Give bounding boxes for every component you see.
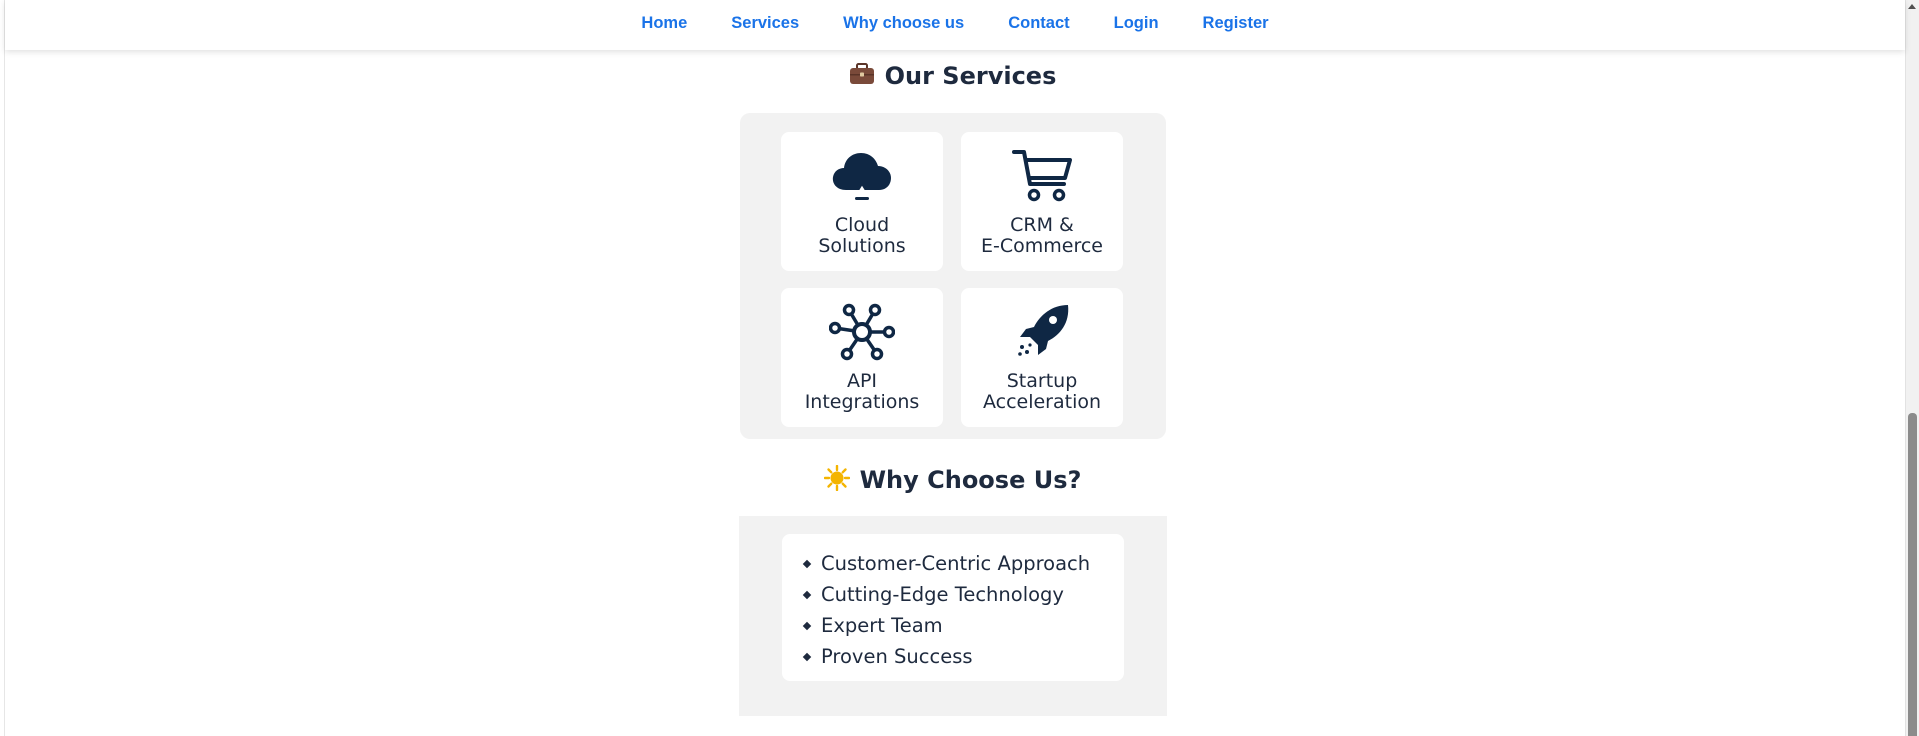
list-item: Proven Success xyxy=(802,641,1124,672)
nav-links: Home Services Why choose us Contact Logi… xyxy=(5,0,1905,47)
list-item-text: Customer-Centric Approach xyxy=(821,552,1091,575)
nav-link-services[interactable]: Services xyxy=(731,14,799,33)
list-item: Customer-Centric Approach xyxy=(802,548,1124,579)
vertical-scrollbar[interactable] xyxy=(1905,0,1919,736)
service-label-line1: Startup xyxy=(1006,370,1078,392)
cloud-icon xyxy=(831,150,893,206)
nav-link-contact[interactable]: Contact xyxy=(1008,14,1069,33)
briefcase-icon xyxy=(849,62,875,92)
service-label-line1: API xyxy=(846,370,878,392)
diamond-bullet-icon xyxy=(802,621,812,630)
service-label-line2: Integrations xyxy=(804,391,920,413)
service-card-cloud-solutions[interactable]: Cloud Solutions xyxy=(781,132,943,271)
why-choose-us-list: Customer-Centric Approach Cutting-Edge T… xyxy=(782,534,1124,672)
service-label-line2: Acceleration xyxy=(982,391,1102,413)
diamond-bullet-icon xyxy=(802,559,812,568)
services-heading: Our Services xyxy=(0,62,1905,92)
service-label-line2: E-Commerce xyxy=(981,235,1103,257)
nav-link-why-choose-us[interactable]: Why choose us xyxy=(843,14,964,33)
why-choose-us-panel: Customer-Centric Approach Cutting-Edge T… xyxy=(739,516,1167,716)
nav-link-register[interactable]: Register xyxy=(1203,14,1269,33)
service-card-crm-ecommerce[interactable]: CRM & E-Commerce xyxy=(961,132,1123,271)
service-card-startup-acceleration[interactable]: Startup Acceleration xyxy=(961,288,1123,427)
window-left-edge xyxy=(0,0,5,736)
list-item-text: Cutting-Edge Technology xyxy=(821,583,1064,606)
service-label-line1: CRM & xyxy=(1010,214,1074,236)
shopping-cart-icon xyxy=(1010,148,1074,208)
why-choose-us-heading: Why Choose Us? xyxy=(0,464,1905,497)
service-label-line1: Cloud xyxy=(834,214,890,236)
services-heading-text: Our Services xyxy=(884,62,1057,90)
list-item-text: Expert Team xyxy=(821,614,943,637)
service-label-line2: Solutions xyxy=(818,235,906,257)
diamond-bullet-icon xyxy=(802,590,812,599)
services-panel: Cloud Solutions CRM & E-Commerce API Int… xyxy=(740,113,1166,439)
list-item-text: Proven Success xyxy=(821,645,973,668)
diamond-bullet-icon xyxy=(802,652,812,661)
list-item: Cutting-Edge Technology xyxy=(802,579,1124,610)
scroll-up-arrow-icon[interactable] xyxy=(1908,4,1916,9)
why-choose-us-heading-text: Why Choose Us? xyxy=(859,466,1082,494)
rocket-icon xyxy=(1012,303,1072,365)
top-navbar: Home Services Why choose us Contact Logi… xyxy=(5,0,1905,50)
service-card-api-integrations[interactable]: API Integrations xyxy=(781,288,943,427)
nav-link-home[interactable]: Home xyxy=(641,14,687,33)
nav-link-login[interactable]: Login xyxy=(1114,14,1159,33)
list-item: Expert Team xyxy=(802,610,1124,641)
why-choose-us-card: Customer-Centric Approach Cutting-Edge T… xyxy=(782,534,1124,681)
page: Home Services Why choose us Contact Logi… xyxy=(0,0,1919,736)
sun-icon xyxy=(823,464,850,497)
network-hub-icon xyxy=(828,302,896,366)
scrollbar-thumb[interactable] xyxy=(1908,413,1917,736)
